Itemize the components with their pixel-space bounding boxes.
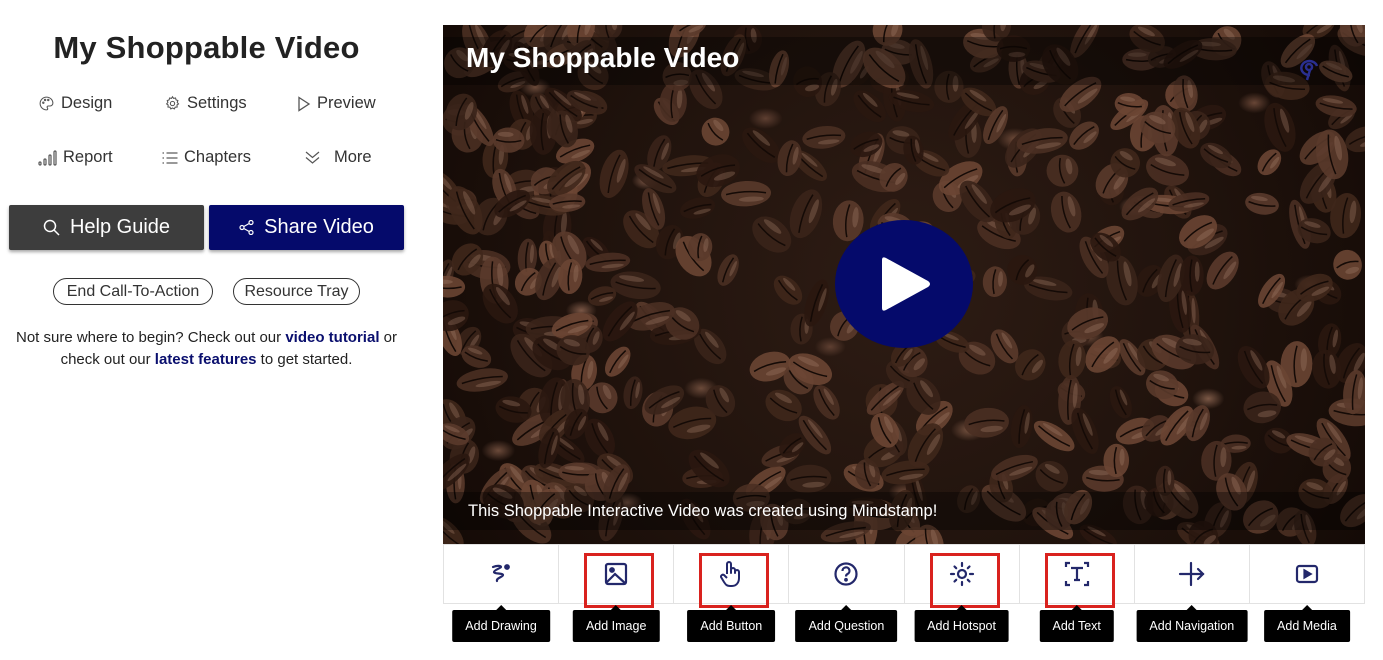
gear-icon [165, 95, 180, 110]
nav-report[interactable]: Report [38, 148, 113, 167]
coffee-bean [717, 254, 739, 286]
share-video-button[interactable]: Share Video [209, 205, 404, 250]
coffee-bean [604, 346, 631, 377]
nav-design-label: Design [61, 94, 113, 112]
media-icon [1295, 564, 1319, 584]
nav-preview[interactable]: Preview [297, 94, 376, 113]
add-navigation-tooltip: Add Navigation [1136, 605, 1248, 642]
coffee-bean [599, 149, 629, 198]
coffee-bean [802, 125, 846, 149]
video-caption: This Shoppable Interactive Video was cre… [468, 502, 938, 520]
coffee-bean [1103, 443, 1130, 478]
page-title: My Shoppable Video [53, 30, 360, 65]
play-outline-icon [298, 95, 311, 112]
share-video-label: Share Video [264, 216, 374, 238]
add-image-button[interactable]: Add Image [559, 544, 675, 642]
nav-preview-label: Preview [317, 94, 376, 112]
add-media-button[interactable]: Add Media [1249, 544, 1365, 642]
coffee-bean [964, 407, 1009, 438]
question-icon [834, 562, 859, 586]
hotspot-icon [949, 561, 974, 587]
coffee-bean [1333, 249, 1362, 280]
add-drawing-button[interactable]: Add Drawing [443, 544, 560, 642]
coffee-bean [610, 271, 661, 300]
coffee-bean [721, 180, 772, 207]
coffee-bean [1312, 349, 1342, 389]
video-title: My Shoppable Video [466, 42, 740, 73]
resource-tray-button[interactable]: Resource Tray [233, 278, 360, 305]
coffee-bean [813, 385, 840, 420]
nav-more-label: More [334, 148, 372, 166]
search-icon [43, 219, 60, 236]
drawing-icon [491, 564, 510, 583]
nav-settings-label: Settings [187, 94, 247, 112]
add-hotspot-button[interactable]: Add Hotspot [904, 544, 1020, 642]
add-navigation-button[interactable]: Add Navigation [1134, 544, 1250, 642]
play-button[interactable] [835, 220, 973, 348]
coffee-bean [1264, 102, 1296, 152]
add-media-tooltip: Add Media [1264, 605, 1350, 642]
share-icon [239, 220, 254, 235]
text-icon [1064, 561, 1089, 587]
coffee-bean [1109, 386, 1132, 419]
add-button-button[interactable]: Add Button [674, 544, 790, 642]
coffee-bean [982, 266, 1007, 298]
coffee-bean [623, 376, 643, 410]
nav-chapters-label: Chapters [184, 148, 251, 166]
double-chevron-down-icon [305, 151, 320, 164]
coffee-bean [773, 275, 803, 305]
play-icon [882, 257, 930, 311]
add-image-tooltip: Add Image [572, 605, 660, 642]
list-icon [162, 151, 178, 164]
coffee-bean [443, 275, 466, 298]
add-button-tooltip: Add Button [687, 605, 776, 642]
coffee-bean [701, 117, 730, 146]
coffee-bean [1179, 255, 1204, 296]
nav-chapters[interactable]: Chapters [162, 148, 251, 167]
help-guide-button[interactable]: Help Guide [9, 205, 204, 250]
help-guide-label: Help Guide [69, 216, 171, 238]
add-text-tooltip: Add Text [1039, 605, 1114, 642]
add-text-button[interactable]: Add Text [1019, 544, 1135, 642]
video-tutorial-link[interactable]: video tutorial [285, 329, 379, 346]
bar-chart-icon [38, 149, 57, 166]
help-text: Not sure where to begin? Check out our v… [0, 327, 413, 371]
end-call-to-action-button[interactable]: End Call-To-Action [53, 278, 213, 305]
nav-report-label: Report [63, 148, 113, 166]
nav-design[interactable]: Design [38, 94, 112, 113]
add-question-tooltip: Add Question [795, 605, 898, 642]
video-player[interactable]: My Shoppable Video This Shoppable Intera… [443, 25, 1365, 544]
palette-icon [39, 96, 54, 111]
image-icon [605, 562, 628, 586]
mindstamp-logo-icon[interactable] [1295, 55, 1325, 83]
coffee-bean [777, 140, 802, 177]
add-hotspot-tooltip: Add Hotspot [914, 605, 1009, 642]
coffee-bean [1245, 192, 1279, 215]
coffee-bean [680, 197, 716, 219]
coffee-bean [789, 189, 823, 239]
coffee-bean [785, 464, 832, 493]
coffee-bean [1046, 154, 1079, 187]
coffee-bean [1010, 405, 1033, 449]
latest-features-link[interactable]: latest features [155, 351, 257, 368]
nav-settings[interactable]: Settings [164, 94, 247, 113]
navigation-icon [1178, 561, 1205, 587]
coffee-bean [456, 368, 508, 392]
add-question-button[interactable]: Add Question [789, 544, 905, 642]
help-text-part1: Not sure where to begin? Check out our [15, 329, 286, 346]
nav-more[interactable]: More [305, 148, 372, 167]
add-drawing-tooltip: Add Drawing [452, 605, 550, 642]
coffee-bean [1050, 191, 1082, 233]
pointer-hand-icon [720, 561, 741, 587]
help-text-part3: to get started. [256, 351, 353, 368]
interaction-toolbar: Add Drawing Add Image Add Button Add Que… [443, 544, 1365, 642]
